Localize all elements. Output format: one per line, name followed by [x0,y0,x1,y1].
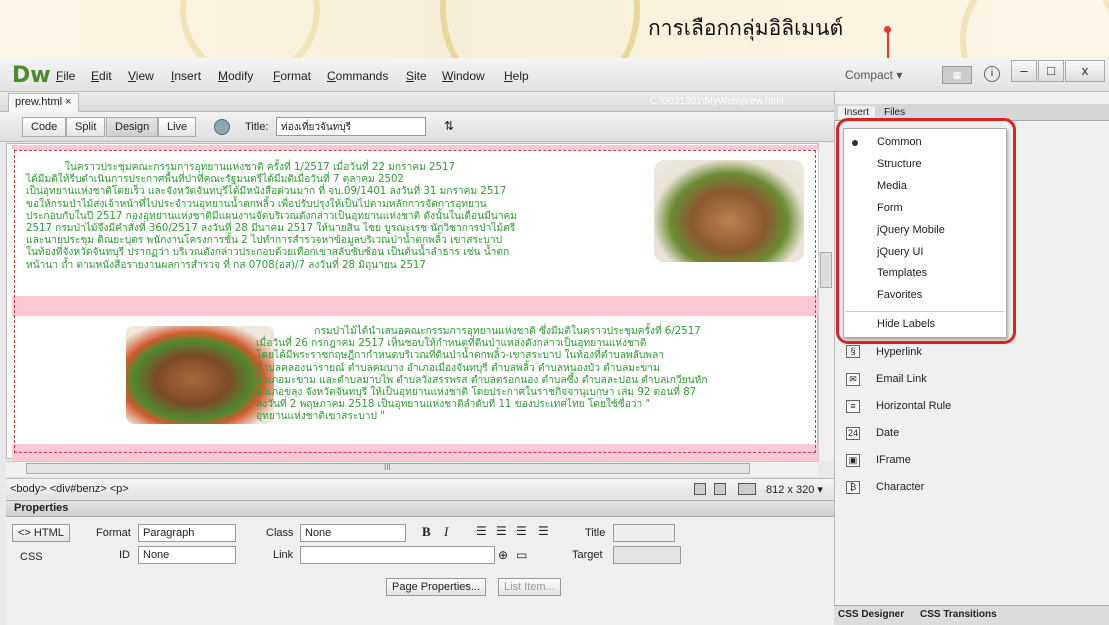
html-mode-button[interactable]: <> HTML [12,524,70,542]
code-view-button[interactable]: Code [22,117,67,137]
title-label: Title: [245,121,269,133]
iframe-icon: ▣ [846,454,860,467]
target-select[interactable] [613,546,681,564]
horizontal-rule-icon: ≡ [846,400,860,413]
dw-logo: Dw [12,63,51,88]
menu-help[interactable]: Help [504,69,529,83]
hyperlink-icon: § [846,345,860,358]
food-photo-2[interactable] [126,326,274,424]
menu-insert[interactable]: Insert [171,69,201,83]
menu-format[interactable]: Format [273,69,311,83]
callout-caption: การเลือกกลุ่มอิลิเมนต์ [648,16,844,40]
italic-button[interactable]: I [444,524,448,540]
mobile-size-icon[interactable] [694,483,706,495]
format-label: Format [96,527,131,539]
scroll-grip: III [384,463,391,472]
background-header [0,0,1109,58]
page-properties-button[interactable]: Page Properties... [386,578,487,596]
insert-iframe[interactable]: IFrame [876,454,911,466]
css-mode-button[interactable]: CSS [20,551,43,563]
list-item-button[interactable]: List Item... [498,578,561,596]
watermark-seal [180,0,320,58]
format-select[interactable]: Paragraph [138,524,236,542]
vertical-scrollbar[interactable] [818,143,834,461]
menu-modify[interactable]: Modify [218,69,253,83]
properties-title: Properties [14,502,69,514]
menu-edit[interactable]: Edit [91,69,112,83]
live-view-button[interactable]: Live [158,117,197,137]
title-prop-label: Title [585,527,606,539]
tablet-size-icon[interactable] [714,483,726,495]
status-bar [6,478,834,499]
link-input[interactable] [300,546,495,564]
class-select[interactable]: None [300,524,406,542]
paragraph-1[interactable]: ในคราวประชุมคณะกรรมการอุทยานแห่งชาติ ครั… [26,162,517,272]
bold-button[interactable]: B [422,524,431,540]
tab-css-designer[interactable]: CSS Designer [838,609,904,620]
food-photo-1[interactable] [654,160,804,262]
watermark-seal [440,0,640,58]
highlight-ring [836,118,1016,344]
insert-date[interactable]: Date [876,427,899,439]
split-view-button[interactable]: Split [66,117,106,137]
close-tab-icon[interactable]: × [65,96,71,108]
indent-icon[interactable]: ☰ [538,524,549,538]
email-icon: ✉ [846,373,860,386]
insert-character[interactable]: Character [876,481,924,493]
target-label: Target [572,549,603,561]
menu-commands[interactable]: Commands [327,69,388,83]
character-icon: ₿ [846,481,860,494]
browser-preview-icon[interactable] [214,119,230,135]
paragraph-2[interactable]: กรมป่าไม้ได้นำเสนอคณะกรรมการอุทยานแห่งชา… [256,326,708,424]
title-prop-input[interactable] [613,524,675,542]
vertical-scroll-thumb[interactable] [820,252,832,288]
date-icon: 24 [846,427,860,440]
tab-css-transitions[interactable]: CSS Transitions [920,609,997,620]
ordered-list-icon[interactable]: ☰ [496,524,507,538]
desktop-size-icon[interactable] [738,483,756,495]
menu-file[interactable]: File [56,69,75,83]
point-to-file-icon[interactable]: ⊕ [498,548,508,562]
extensions-icon[interactable]: ▦ [942,66,972,84]
insert-horizontal-rule[interactable]: Horizontal Rule [876,400,951,412]
minimize-button[interactable]: – [1011,60,1037,82]
close-button[interactable]: x [1065,60,1105,82]
id-select[interactable]: None [138,546,236,564]
insert-email-link[interactable]: Email Link [876,373,927,385]
info-icon[interactable]: i [984,66,1000,82]
id-label: ID [119,549,130,561]
document-tab[interactable]: prew.html × [8,93,79,112]
watermark-seal [960,0,1109,58]
window-size-menu[interactable]: 812 x 320 ▾ [766,483,823,496]
file-management-icon[interactable]: ⇅ [444,119,454,133]
link-label: Link [273,549,294,561]
document-path: C:\0031301\MyWeb\prew.html [650,96,784,107]
title-input[interactable]: ท่องเที่ยวจันทบุรี [276,117,426,136]
tag-selector[interactable]: <body> <div#benz> <p> [10,483,129,495]
browse-folder-icon[interactable]: ▭ [516,548,527,562]
class-label: Class [266,527,294,539]
menu-site[interactable]: Site [406,69,427,83]
menu-window[interactable]: Window [442,69,485,83]
unordered-list-icon[interactable]: ☰ [476,524,487,538]
insert-hyperlink[interactable]: Hyperlink [876,346,922,358]
menu-view[interactable]: View [128,69,154,83]
outdent-icon[interactable]: ☰ [516,524,527,538]
workspace-switcher[interactable]: Compact ▾ [845,68,902,82]
design-view-button[interactable]: Design [106,117,159,137]
properties-header [6,500,834,517]
maximize-button[interactable]: □ [1038,60,1064,82]
